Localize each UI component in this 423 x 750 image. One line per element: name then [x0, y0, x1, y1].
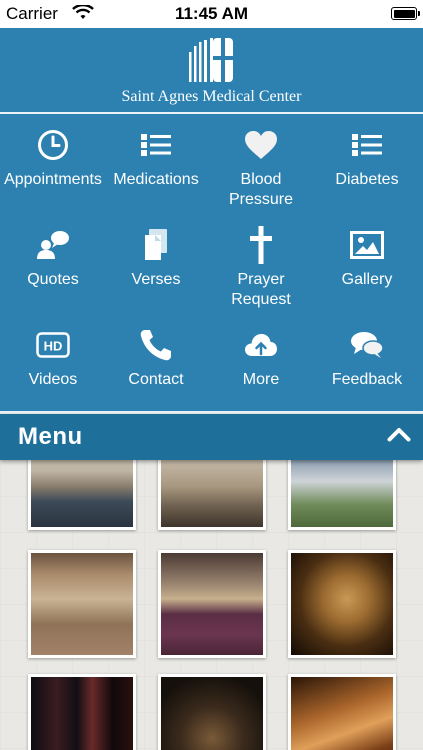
gallery-photo[interactable]: [288, 460, 396, 530]
menu-item-prayer-request[interactable]: Prayer Request: [208, 226, 314, 310]
menu-item-label: Quotes: [27, 271, 79, 288]
menu-item-appointments[interactable]: Appointments: [0, 126, 106, 190]
gallery-photo[interactable]: [288, 550, 396, 658]
image-icon: [314, 226, 420, 264]
menu-item-contact[interactable]: Contact: [103, 326, 209, 390]
speech-person-icon: [0, 226, 106, 264]
clock-icon: [0, 126, 106, 164]
hospital-name: Saint Agnes Medical Center: [121, 88, 302, 105]
hd-icon: HD: [0, 326, 106, 364]
menu-item-blood-pressure[interactable]: Blood Pressure: [208, 126, 314, 210]
menu-item-diabetes[interactable]: Diabetes: [314, 126, 420, 190]
menu-item-label: Videos: [28, 371, 78, 388]
gallery-photo[interactable]: [28, 550, 136, 658]
gallery-photo[interactable]: [28, 460, 136, 530]
pages-icon: [103, 226, 209, 264]
menu-item-feedback[interactable]: Feedback: [314, 326, 420, 390]
battery-level: [393, 9, 415, 18]
menu-item-label: Medications: [113, 171, 199, 188]
status-time: 11:45 AM: [174, 4, 249, 23]
menu-item-label: Blood Pressure: [228, 171, 294, 208]
menu-item-gallery[interactable]: Gallery: [314, 226, 420, 290]
menu-item-label: Verses: [131, 271, 181, 288]
menu-item-more[interactable]: More: [208, 326, 314, 390]
menu-item-label: More: [242, 371, 280, 388]
menu-item-medications[interactable]: Medications: [103, 126, 209, 190]
menu-item-label: Appointments: [4, 171, 102, 188]
gallery-photo[interactable]: [158, 550, 266, 658]
hospital-logo-icon: [189, 38, 233, 82]
photo-gallery: [0, 460, 423, 750]
list-icon: [314, 126, 420, 164]
grid-divider: [0, 411, 423, 413]
phone-icon: [103, 326, 209, 364]
menu-panel: Saint Agnes Medical Center Appointments …: [0, 28, 423, 413]
chat-bubbles-icon: [314, 326, 420, 364]
menu-item-label: Gallery: [341, 271, 393, 288]
menu-item-label: Feedback: [331, 371, 403, 388]
logo-header: Saint Agnes Medical Center: [0, 28, 423, 111]
chevron-up-icon[interactable]: [387, 426, 411, 447]
cloud-upload-icon: [208, 326, 314, 364]
header-divider: [0, 112, 423, 114]
gallery-photo[interactable]: [288, 674, 396, 750]
svg-text:HD: HD: [44, 339, 63, 354]
menu-item-verses[interactable]: Verses: [103, 226, 209, 290]
status-bar: Carrier 11:45 AM: [0, 0, 423, 28]
menu-item-label: Prayer Request: [231, 271, 291, 308]
list-icon: [103, 126, 209, 164]
menu-title: Menu: [18, 423, 83, 450]
gallery-photo[interactable]: [158, 460, 266, 530]
battery-icon: [391, 7, 420, 20]
gallery-photo[interactable]: [28, 674, 136, 750]
cross-icon: [208, 226, 314, 264]
heart-icon: [208, 126, 314, 164]
menu-item-videos[interactable]: HD Videos: [0, 326, 106, 390]
gallery-photo[interactable]: [158, 674, 266, 750]
menu-item-label: Contact: [128, 371, 184, 388]
menu-item-quotes[interactable]: Quotes: [0, 226, 106, 290]
menu-item-label: Diabetes: [335, 171, 399, 188]
menu-toggle-bar[interactable]: Menu: [0, 414, 423, 460]
